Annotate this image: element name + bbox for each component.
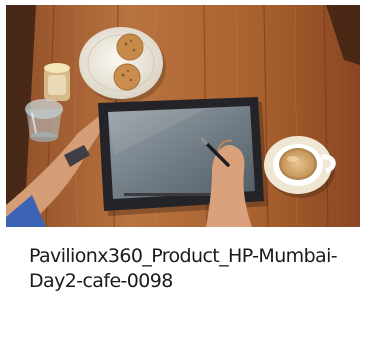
glass-jar [44, 63, 70, 101]
water-glass [25, 99, 63, 142]
media-card[interactable]: Pavilionx360_Product_HP-Mumbai-Day2-cafe… [0, 0, 366, 354]
product-photo[interactable] [6, 5, 360, 227]
media-caption: Pavilionx360_Product_HP-Mumbai-Day2-cafe… [29, 245, 338, 292]
